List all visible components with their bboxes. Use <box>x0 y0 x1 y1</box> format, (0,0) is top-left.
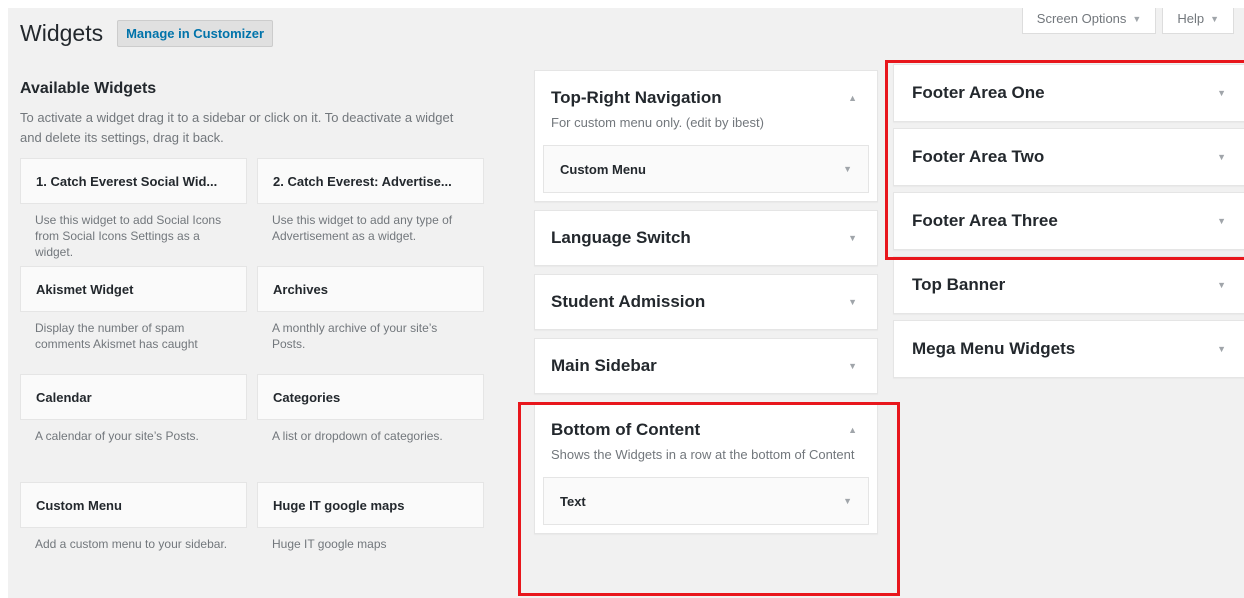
sidebars-column-left: Top-Right Navigation ▲ For custom menu o… <box>534 70 878 542</box>
widget-title[interactable]: Custom Menu <box>20 482 247 528</box>
triangle-down-icon[interactable]: ▼ <box>1217 280 1226 290</box>
widget-item: 1. Catch Everest Social Wid... Use this … <box>20 158 247 266</box>
widget-description: Huge IT google maps <box>272 537 387 551</box>
sidebar-name: Top-Right Navigation <box>551 88 722 107</box>
sidebar-header[interactable]: Footer Area Two ▼ <box>894 129 1244 185</box>
widget-description: Display the number of spam comments Akis… <box>35 321 198 351</box>
widget-item: Archives A monthly archive of your site’… <box>257 266 484 374</box>
widgets-page: Screen Options ▼ Help ▼ Widgets Manage i… <box>8 8 1244 598</box>
widget-title[interactable]: 2. Catch Everest: Advertise... <box>257 158 484 204</box>
sidebar-bottom-of-content: Bottom of Content ▲ Shows the Widgets in… <box>534 402 878 534</box>
sidebar-footer-area-two: Footer Area Two ▼ <box>893 128 1244 186</box>
sidebar-name: Footer Area One <box>912 83 1045 102</box>
widget-item: Huge IT google maps Huge IT google maps <box>257 482 484 590</box>
sidebar-header[interactable]: Language Switch ▼ <box>535 211 877 265</box>
widget-title[interactable]: Akismet Widget <box>20 266 247 312</box>
sidebar-mega-menu-widgets: Mega Menu Widgets ▼ <box>893 320 1244 378</box>
sidebar-header[interactable]: Mega Menu Widgets ▼ <box>894 321 1244 377</box>
help-label: Help <box>1177 11 1205 26</box>
sidebar-name: Bottom of Content <box>551 420 701 439</box>
widget-description: Add a custom menu to your sidebar. <box>35 537 228 551</box>
triangle-down-icon[interactable]: ▼ <box>1217 344 1226 354</box>
triangle-down-icon: ▼ <box>1210 13 1219 24</box>
screen-meta-links: Screen Options ▼ Help ▼ <box>1021 8 1234 34</box>
sidebar-header[interactable]: Top Banner ▼ <box>894 257 1244 313</box>
sidebar-header[interactable]: Footer Area Three ▼ <box>894 193 1244 249</box>
sidebars-column-right: Footer Area One ▼ Footer Area Two ▼ Foot… <box>893 64 1244 384</box>
page-title: Widgets <box>20 20 104 46</box>
widget-description: Use this widget to add any type of Adver… <box>272 213 453 243</box>
manage-in-customizer-button[interactable]: Manage in Customizer <box>117 20 274 47</box>
sidebar-language-switch: Language Switch ▼ <box>534 210 878 266</box>
triangle-down-icon[interactable]: ▼ <box>1217 88 1226 98</box>
triangle-down-icon[interactable]: ▼ <box>1217 216 1226 226</box>
sidebar-description: For custom menu only. (edit by ibest) <box>551 115 764 130</box>
widget-description: A monthly archive of your site’s Posts. <box>272 321 438 351</box>
widget-item: Calendar A calendar of your site’s Posts… <box>20 374 247 482</box>
sidebar-footer-area-three: Footer Area Three ▼ <box>893 192 1244 250</box>
sidebar-name: Top Banner <box>912 275 1006 294</box>
sidebar-header[interactable]: Footer Area One ▼ <box>894 65 1244 121</box>
available-widgets-heading: Available Widgets <box>20 80 157 97</box>
widget-item: Akismet Widget Display the number of spa… <box>20 266 247 374</box>
sidebar-widget[interactable]: Text ▼ <box>543 477 869 525</box>
sidebar-name: Footer Area Two <box>912 147 1045 166</box>
available-widgets-panel: Available Widgets To activate a widget d… <box>20 80 492 590</box>
widget-description: Use this widget to add Social Icons from… <box>35 213 222 259</box>
sidebar-top-right-navigation: Top-Right Navigation ▲ For custom menu o… <box>534 70 878 202</box>
triangle-down-icon[interactable]: ▼ <box>848 233 857 243</box>
triangle-down-icon[interactable]: ▼ <box>1217 152 1226 162</box>
triangle-down-icon[interactable]: ▼ <box>848 361 857 371</box>
screen-options-label: Screen Options <box>1036 11 1127 26</box>
sidebar-name: Main Sidebar <box>551 356 657 375</box>
widget-title[interactable]: Archives <box>257 266 484 312</box>
sidebar-widget-title: Text <box>560 493 586 509</box>
widget-item: 2. Catch Everest: Advertise... Use this … <box>257 158 484 266</box>
triangle-down-icon[interactable]: ▼ <box>843 164 852 174</box>
sidebar-top-banner: Top Banner ▼ <box>893 256 1244 314</box>
sidebar-main-sidebar: Main Sidebar ▼ <box>534 338 878 394</box>
available-widgets-description: To activate a widget drag it to a sideba… <box>20 110 454 145</box>
sidebar-widget[interactable]: Custom Menu ▼ <box>543 145 869 193</box>
sidebar-description: Shows the Widgets in a row at the bottom… <box>551 447 855 462</box>
widget-title[interactable]: Categories <box>257 374 484 420</box>
sidebar-name: Mega Menu Widgets <box>912 339 1076 358</box>
sidebar-header[interactable]: Student Admission ▼ <box>535 275 877 329</box>
sidebar-name: Footer Area Three <box>912 211 1058 230</box>
screen-options-button[interactable]: Screen Options ▼ <box>1021 8 1157 34</box>
available-widgets-grid: 1. Catch Everest Social Wid... Use this … <box>20 158 492 590</box>
triangle-up-icon[interactable]: ▲ <box>848 425 857 435</box>
widget-title[interactable]: Calendar <box>20 374 247 420</box>
triangle-down-icon[interactable]: ▼ <box>843 496 852 506</box>
page-header: Widgets Manage in Customizer <box>20 20 274 47</box>
widget-title[interactable]: Huge IT google maps <box>257 482 484 528</box>
sidebar-name: Student Admission <box>551 292 706 311</box>
widget-item: Categories A list or dropdown of categor… <box>257 374 484 482</box>
sidebar-footer-area-one: Footer Area One ▼ <box>893 64 1244 122</box>
widget-description: A calendar of your site’s Posts. <box>35 429 199 443</box>
triangle-down-icon: ▼ <box>1132 13 1142 24</box>
widget-title[interactable]: 1. Catch Everest Social Wid... <box>20 158 247 204</box>
sidebar-name: Language Switch <box>551 228 691 247</box>
sidebar-header[interactable]: Main Sidebar ▼ <box>535 339 877 393</box>
widget-description: A list or dropdown of categories. <box>272 429 443 443</box>
widget-item: Custom Menu Add a custom menu to your si… <box>20 482 247 590</box>
triangle-up-icon[interactable]: ▲ <box>848 93 857 103</box>
help-button[interactable]: Help ▼ <box>1162 8 1234 34</box>
triangle-down-icon[interactable]: ▼ <box>848 297 857 307</box>
sidebar-widget-title: Custom Menu <box>560 161 646 177</box>
sidebar-student-admission: Student Admission ▼ <box>534 274 878 330</box>
